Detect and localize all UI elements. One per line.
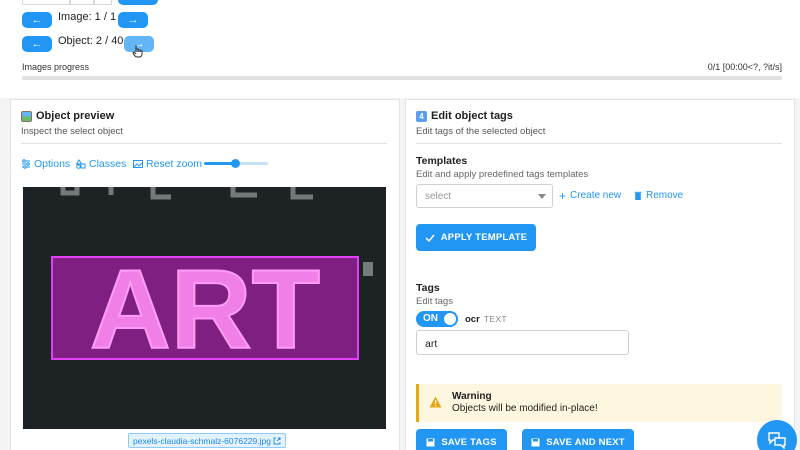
filename-text: pexels-claudia-schmalz-6076229.jpg (133, 435, 271, 446)
preview-canvas: ART (23, 187, 386, 429)
filename-link[interactable]: pexels-claudia-schmalz-6076229.jpg (128, 433, 286, 448)
reset-zoom-label: Reset zoom (146, 158, 203, 170)
external-link-icon (273, 437, 281, 444)
tags-card-subtitle: Edit tags of the selected object (416, 126, 546, 137)
plus-icon: + (559, 188, 567, 203)
warning-text: Objects will be modified in-place! (452, 403, 598, 414)
top-action-button-stub[interactable] (118, 0, 158, 5)
save-icon (426, 438, 435, 447)
save-tags-button[interactable]: SAVE TAGS (416, 429, 507, 450)
warning-icon (429, 396, 442, 408)
tags-card-title: 4 Edit object tags (416, 110, 513, 122)
zoom-slider-handle[interactable] (231, 159, 240, 168)
create-new-label: Create new (570, 190, 622, 201)
options-button[interactable]: Options (21, 158, 70, 170)
templates-title: Templates (416, 155, 468, 167)
background-sign-fragment (363, 262, 373, 276)
prev-image-button[interactable]: ← (22, 12, 52, 28)
toggle-knob (444, 313, 456, 325)
prev-object-button[interactable]: ← (22, 36, 52, 52)
tag-name: ocr (465, 314, 480, 325)
next-image-button[interactable]: → (118, 12, 148, 28)
number-four-keycap-icon: 4 (416, 110, 427, 122)
remove-template-button[interactable]: Remove (634, 190, 683, 201)
tags-section-subtitle: Edit tags (416, 296, 453, 307)
divider (416, 143, 782, 144)
remove-label: Remove (646, 190, 684, 201)
toggle-state-label: ON (423, 313, 438, 324)
preview-card-title: Object preview (21, 110, 114, 122)
save-icon (531, 438, 540, 447)
sliders-icon (22, 159, 30, 169)
preview-title-text: Object preview (36, 110, 115, 122)
trash-icon (634, 191, 642, 200)
image-art-text: ART (90, 247, 320, 372)
warning-title: Warning (452, 391, 492, 402)
object-counter: Object: 2 / 40 (58, 35, 124, 47)
shapes-icon (76, 159, 86, 169)
tags-title-text: Edit object tags (431, 110, 513, 122)
divider (21, 143, 387, 144)
image-icon (133, 160, 143, 168)
progress-bar (22, 76, 782, 80)
template-select-placeholder: select (425, 191, 452, 202)
stepper-stub[interactable] (22, 0, 70, 5)
tag-value-input[interactable]: art (416, 330, 629, 355)
arrow-right-icon: → (127, 14, 139, 26)
hand-cursor-icon (132, 45, 143, 58)
options-label: Options (34, 158, 71, 170)
apply-template-label: APPLY TEMPLATE (440, 232, 528, 243)
tags-section-title: Tags (416, 282, 440, 294)
tag-type: TEXT (484, 314, 507, 324)
arrow-left-icon: ← (31, 14, 43, 26)
save-and-next-label: SAVE AND NEXT (546, 437, 625, 448)
create-template-button[interactable]: + Create new (559, 188, 622, 203)
apply-template-button[interactable]: APPLY TEMPLATE (416, 224, 536, 251)
classes-label: Classes (89, 158, 127, 170)
tag-toggle[interactable]: ON (416, 311, 458, 327)
progress-value: 0/1 [00:00<?, ?it/s] (707, 62, 782, 72)
chat-bubbles-icon (768, 432, 786, 449)
chevron-down-icon (538, 194, 546, 199)
save-and-next-button[interactable]: SAVE AND NEXT (522, 429, 634, 450)
reset-zoom-button[interactable]: Reset zoom (133, 158, 202, 170)
progress-label: Images progress (22, 62, 90, 72)
stepper-stub[interactable] (70, 0, 94, 5)
framed-picture-icon (21, 110, 32, 122)
warning-alert: Warning Objects will be modified in-plac… (416, 384, 782, 422)
object-preview-image[interactable]: ART (23, 187, 386, 429)
preview-card-subtitle: Inspect the select object (21, 126, 123, 137)
classes-button[interactable]: Classes (76, 158, 126, 170)
save-tags-label: SAVE TAGS (441, 437, 497, 448)
templates-subtitle: Edit and apply predefined tags templates (416, 169, 589, 180)
image-counter: Image: 1 / 1 (58, 11, 117, 23)
arrow-left-icon: ← (31, 38, 43, 50)
template-select[interactable]: select (416, 184, 553, 208)
stepper-stub[interactable] (94, 0, 112, 5)
check-icon (425, 234, 435, 242)
